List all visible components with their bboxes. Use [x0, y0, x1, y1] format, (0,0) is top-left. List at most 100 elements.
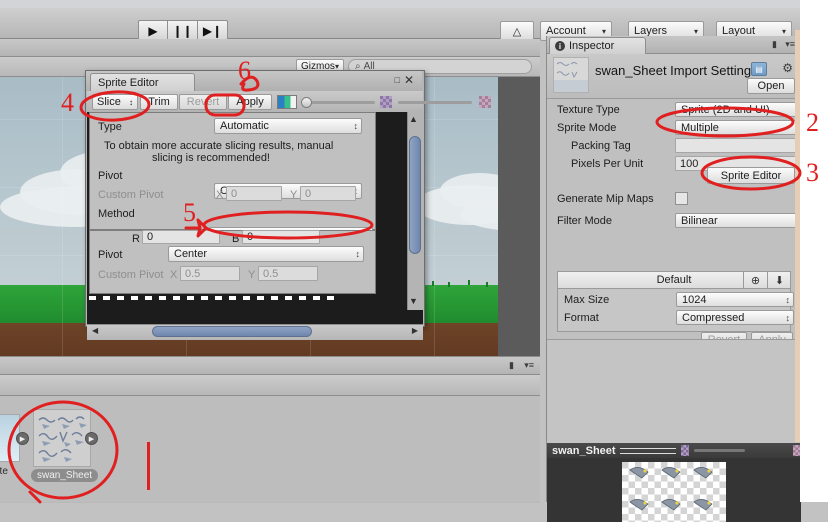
rect-r-value: 0: [147, 231, 154, 243]
sprite-custom-pivot-y-label: Y: [248, 269, 256, 281]
maximize-icon[interactable]: □: [395, 75, 400, 85]
max-size-dropdown[interactable]: 1024: [676, 292, 794, 307]
cloud-services-button[interactable]: △: [500, 21, 534, 41]
inspector-preview-area: swan_Sheet: [547, 339, 801, 522]
lock-icon[interactable]: ▮: [772, 39, 777, 50]
sprite-editor-button[interactable]: Sprite Editor: [707, 167, 795, 184]
scene-tab-bar: ▾≡: [0, 39, 540, 91]
swan-sheet-preview: [38, 416, 87, 462]
sprite-editor-title-bar[interactable]: Sprite Editor □ ✕: [86, 71, 422, 92]
checker-icon[interactable]: [479, 96, 491, 108]
rect-b-label: B: [232, 233, 240, 245]
cloud-icon: △: [512, 25, 522, 38]
max-size-value: 1024: [682, 293, 707, 306]
zoom-slider-track[interactable]: [303, 101, 375, 104]
pixels-per-unit-label: Pixels Per Unit: [571, 158, 644, 170]
type-dropdown[interactable]: Automatic: [214, 118, 362, 134]
sprite-pivot-dropdown[interactable]: Center: [168, 246, 364, 262]
main-toolbar: ▶ ❙❙ ▶❙ △ Account ▾ Layers ▾ Layout ▾: [0, 8, 828, 42]
packing-tag-label: Packing Tag: [571, 140, 631, 152]
row-generate-mip-maps: Generate Mip Maps: [557, 191, 795, 208]
scroll-left-icon[interactable]: ◀: [92, 326, 98, 335]
horizontal-scroll-thumb[interactable]: [152, 326, 312, 337]
type-value: Automatic: [220, 120, 269, 132]
sprite-custom-pivot-y-value: 0.5: [263, 267, 279, 280]
texture-type-dropdown[interactable]: Sprite (2D and UI): [675, 102, 805, 117]
revert-label: Revert: [186, 96, 220, 108]
sprite-custom-pivot-x-label: X: [170, 269, 178, 281]
preset-icon[interactable]: ▤: [751, 62, 767, 76]
revert-button[interactable]: Revert: [179, 94, 227, 110]
sprite-custom-pivot-y-input[interactable]: 0.5: [258, 266, 318, 281]
vertical-scroll-thumb[interactable]: [409, 136, 421, 254]
sprite-mode-label: Sprite Mode: [557, 122, 617, 134]
preview-sprite-sheet: [622, 462, 726, 522]
expand-icon[interactable]: ▶: [16, 432, 29, 445]
generate-mip-maps-checkbox[interactable]: [675, 192, 688, 205]
preview-slider-track[interactable]: [694, 449, 746, 452]
tab-sprite-editor[interactable]: Sprite Editor: [90, 73, 195, 92]
format-dropdown[interactable]: Compressed: [676, 310, 794, 325]
custom-pivot-label: Custom Pivot: [98, 189, 164, 201]
inspector-tab-bar: i Inspector ▮ ▾≡: [547, 36, 801, 54]
row-texture-type: Texture Type Sprite (2D and UI): [557, 102, 805, 119]
expand-icon[interactable]: ▶: [85, 432, 98, 445]
close-icon[interactable]: ✕: [404, 73, 414, 87]
filter-mode-label: Filter Mode: [557, 215, 613, 227]
sprite-custom-pivot-x-input[interactable]: 0.5: [180, 266, 240, 281]
scene-empty-area: [498, 77, 540, 356]
packing-tag-input[interactable]: [675, 138, 805, 153]
custom-pivot-y-input[interactable]: 0: [300, 186, 356, 201]
alpha-slider-track[interactable]: [398, 101, 472, 104]
rect-r-input[interactable]: 0: [142, 230, 220, 244]
rect-b-input[interactable]: 0: [242, 230, 320, 244]
checker-icon[interactable]: [380, 96, 392, 108]
rgb-alpha-toggle-icon[interactable]: [277, 95, 297, 109]
platform-settings-box: Max Size 1024 Format Compressed: [557, 288, 794, 332]
lock-icon[interactable]: ▮: [509, 360, 514, 371]
open-label: Open: [757, 80, 785, 92]
slice-dropdown-button[interactable]: Slice ↕: [92, 94, 138, 110]
info-icon: i: [555, 41, 565, 51]
slice-hint-line2: slicing is recommended!: [152, 152, 270, 164]
open-button[interactable]: Open: [747, 78, 795, 94]
sprite-editor-window: Sprite Editor □ ✕ ▾≡ Slice ↕ Trim Revert…: [85, 70, 491, 340]
scroll-up-icon[interactable]: ▲: [409, 114, 418, 124]
project-toolbar: ⌕ ▲ ✒ ★: [0, 375, 540, 410]
asset-icon: [553, 57, 589, 93]
custom-pivot-x-value: 0: [231, 187, 238, 200]
scroll-down-icon[interactable]: ▼: [409, 296, 418, 306]
filter-mode-value: Bilinear: [681, 214, 718, 227]
trim-button[interactable]: Trim: [140, 94, 178, 110]
apply-button[interactable]: Apply: [228, 94, 272, 110]
preview-canvas[interactable]: [547, 458, 801, 522]
scroll-right-icon[interactable]: ▶: [412, 326, 418, 335]
rect-b-value: 0: [247, 231, 254, 243]
inspector-panel: i Inspector ▮ ▾≡ swan_Sheet Import Setti…: [546, 36, 805, 522]
sprite-mode-dropdown[interactable]: Multiple: [675, 120, 805, 135]
preview-asset-name: swan_Sheet: [552, 444, 616, 457]
zoom-slider-handle[interactable]: [301, 97, 312, 108]
gear-icon[interactable]: ⚙: [782, 61, 793, 75]
asset-thumbnail[interactable]: [33, 409, 91, 467]
generate-mip-maps-label: Generate Mip Maps: [557, 193, 654, 205]
sprite-editor-button-label: Sprite Editor: [720, 169, 782, 182]
sprite-editor-toolbar: Slice ↕ Trim Revert Apply: [87, 91, 491, 113]
sprite-settings-panel: R 0 B 0 Pivot Center Custom Pivot X 0.5 …: [89, 230, 376, 294]
download-icon[interactable]: ⬇: [767, 272, 791, 288]
tab-inspector[interactable]: i Inspector: [549, 37, 646, 54]
inspector-panel-menu-icon[interactable]: ▾≡: [785, 39, 795, 50]
project-asset-grid[interactable]: ▶ rite ▶ swan_Sheet: [0, 396, 540, 502]
page-title: swan_Sheet Import Settings: [595, 63, 758, 78]
chevron-down-icon: ▾: [781, 26, 786, 36]
filter-mode-dropdown[interactable]: Bilinear: [675, 213, 805, 228]
format-value: Compressed: [682, 311, 745, 324]
trim-label: Trim: [148, 96, 170, 108]
inspector-header: swan_Sheet Import Settings ▤ ⚙ Open: [547, 54, 801, 99]
project-panel-menu-icon[interactable]: ▾≡: [524, 360, 534, 371]
checker-icon[interactable]: [681, 445, 690, 456]
custom-pivot-x-input[interactable]: 0: [226, 186, 282, 201]
chevron-down-icon: ▾: [693, 26, 698, 36]
globe-icon[interactable]: ⊕: [743, 272, 767, 288]
row-format: Format Compressed: [564, 310, 794, 327]
